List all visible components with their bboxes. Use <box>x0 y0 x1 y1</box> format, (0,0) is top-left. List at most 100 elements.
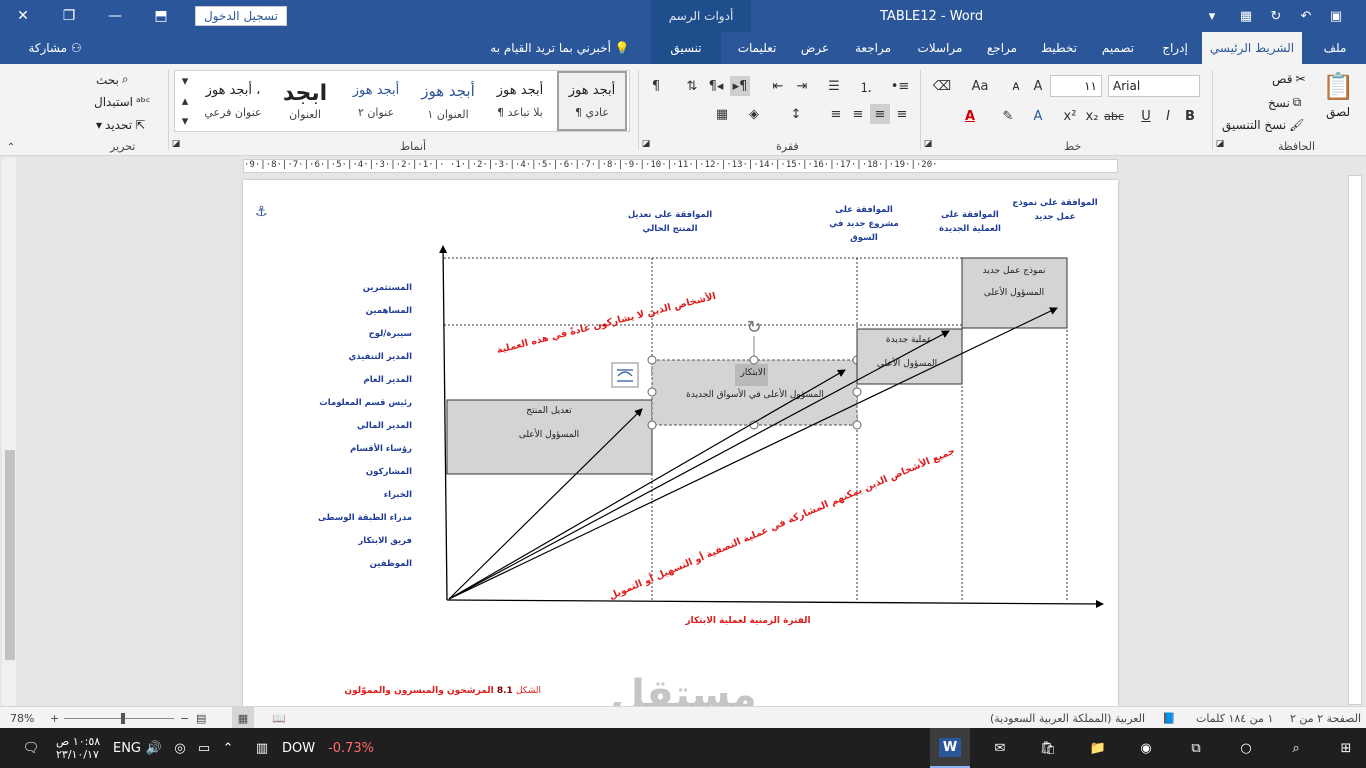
word-count[interactable]: ١ من ١٨٤ كلمات <box>1196 707 1273 729</box>
layout-options-button[interactable] <box>611 362 639 388</box>
resize-handle[interactable] <box>647 387 657 397</box>
center-icon[interactable]: ≡ <box>870 104 890 124</box>
align-right-icon[interactable]: ≡ <box>848 104 868 124</box>
redo-icon[interactable]: ↻ <box>1262 0 1290 32</box>
underline-button[interactable]: U <box>1136 106 1156 126</box>
shrink-font-icon[interactable]: ᴀ <box>1006 76 1026 96</box>
align-left-icon[interactable]: ≡ <box>892 104 912 124</box>
styles-launcher-icon[interactable]: ◪ <box>170 138 182 150</box>
sort-icon[interactable]: ⇅ <box>682 76 702 96</box>
style-normal[interactable]: أبجد هوز ¶ عادي <box>557 71 627 131</box>
borders-icon[interactable]: ▦ <box>712 104 732 124</box>
collapse-ribbon-icon[interactable]: ⌃ <box>4 140 18 154</box>
volume-icon[interactable]: 🔊 <box>144 728 164 768</box>
customize-qat-icon[interactable]: ▾ <box>1198 0 1226 32</box>
highlight-icon[interactable]: ✎ <box>998 106 1018 126</box>
ribbon-display-options-button[interactable]: ⬒ <box>138 0 184 32</box>
grow-font-icon[interactable]: A <box>1028 76 1048 96</box>
zoom-in-button[interactable]: − <box>180 707 189 729</box>
style-no-spacing[interactable]: أبجد هوز ¶ بلا تباعد <box>485 71 555 131</box>
tab-view[interactable]: عرض <box>792 32 838 64</box>
subscript-button[interactable]: x₂ <box>1082 106 1102 126</box>
style-heading-1[interactable]: أبجد هوز العنوان ١ <box>413 71 483 131</box>
resize-handle[interactable] <box>852 387 862 397</box>
scrollbar-thumb[interactable] <box>5 450 15 660</box>
resize-handle[interactable] <box>647 355 657 365</box>
style-subtitle[interactable]: أبجد هوز ، عنوان فرعي <box>197 71 269 131</box>
justify-icon[interactable]: ≡ <box>826 104 846 124</box>
horizontal-ruler[interactable]: ·9·|·8·|·7·|·6·|·5·|·4·|·3·|·2·|·1·|· ·1… <box>243 159 1118 173</box>
copy-button[interactable]: نسخ ⧉ <box>1268 95 1301 110</box>
language-status[interactable]: العربية (المملكة العربية السعودية) <box>990 707 1145 729</box>
replace-button[interactable]: استبدال ᵃᵇᶜ <box>94 95 150 109</box>
save-icon[interactable]: ▣ <box>1322 0 1350 32</box>
style-heading-2[interactable]: أبجد هوز عنوان ٢ <box>341 71 411 131</box>
style-title[interactable]: ابجد العنوان <box>271 71 339 131</box>
zoom-slider-thumb[interactable] <box>121 712 125 724</box>
tab-help[interactable]: تعليمات <box>728 32 786 64</box>
tab-file[interactable]: ملف <box>1310 32 1360 64</box>
battery-icon[interactable]: ▭ <box>194 728 214 768</box>
document-page[interactable]: ⚓ تعديل المنتج المسؤول الأعلى الابتكار ا… <box>243 180 1118 706</box>
clock[interactable]: ١٠:٥٨ ص ٢٣/١٠/١٧ <box>56 728 100 768</box>
zoom-out-button[interactable]: + <box>50 707 59 729</box>
multilevel-list-icon[interactable]: ☰ <box>824 76 844 96</box>
line-spacing-icon[interactable]: ↕ <box>786 104 806 124</box>
shading-icon[interactable]: ◈ <box>744 104 764 124</box>
italic-button[interactable]: I <box>1158 106 1178 126</box>
taskbar-edge[interactable]: ◉ <box>1126 728 1166 768</box>
ltr-icon[interactable]: ▸¶ <box>730 76 750 96</box>
taskbar-word[interactable]: W <box>930 728 970 768</box>
gallery-up-icon[interactable]: ▴ <box>175 91 195 111</box>
font-color-icon[interactable]: A <box>960 106 980 126</box>
clipboard-launcher-icon[interactable]: ◪ <box>1214 138 1226 150</box>
rotate-handle-icon[interactable]: ↻ <box>746 317 761 338</box>
tab-mailings[interactable]: مراسلات <box>908 32 972 64</box>
tab-review[interactable]: مراجعة <box>842 32 904 64</box>
taskbar-store[interactable]: 🛍 <box>1028 728 1068 768</box>
text-effects-icon[interactable]: A <box>1028 106 1048 126</box>
show-marks-icon[interactable]: ¶ <box>646 76 666 96</box>
gallery-more-icon[interactable]: ▾ <box>175 71 195 91</box>
language-indicator[interactable]: ENG <box>112 728 142 768</box>
stock-widget-icon[interactable]: ▥ <box>250 728 274 768</box>
change-case-icon[interactable]: Aa <box>970 76 990 96</box>
stock-ticker[interactable]: DOW <box>282 728 315 768</box>
bullets-icon[interactable]: •≡ <box>890 76 910 96</box>
zoom-level[interactable]: 78% <box>10 707 34 729</box>
resize-handle[interactable] <box>852 420 862 430</box>
bold-button[interactable]: B <box>1180 106 1200 126</box>
proofing-icon[interactable]: 📘 <box>1162 707 1176 729</box>
notifications-icon[interactable]: 🗨 <box>16 728 46 768</box>
cortana-icon[interactable]: ○ <box>1226 728 1266 768</box>
vertical-scrollbar[interactable] <box>2 158 16 706</box>
vertical-ruler[interactable] <box>1348 175 1362 705</box>
strikethrough-button[interactable]: abc <box>1104 106 1124 126</box>
start-button[interactable]: ⊞ <box>1326 728 1366 768</box>
taskbar-mail[interactable]: ✉ <box>980 728 1020 768</box>
close-button[interactable]: ✕ <box>0 0 46 32</box>
format-painter-button[interactable]: نسخ التنسيق 🖌 <box>1222 118 1304 132</box>
find-button[interactable]: بحث ⌕ <box>96 72 129 87</box>
share-button[interactable]: مشاركة ⚇ <box>20 32 90 64</box>
print-layout-icon[interactable]: ▦ <box>232 707 254 729</box>
wifi-icon[interactable]: ◎ <box>170 728 190 768</box>
cut-button[interactable]: قص ✂ <box>1272 72 1306 86</box>
restore-button[interactable]: ❐ <box>46 0 92 32</box>
superscript-button[interactable]: x² <box>1060 106 1080 126</box>
tell-me-box[interactable]: أخبرني بما تريد القيام به 💡 <box>470 32 650 64</box>
search-icon[interactable]: ⌕ <box>1276 728 1316 768</box>
show-hidden-icons[interactable]: ⌃ <box>218 728 238 768</box>
font-launcher-icon[interactable]: ◪ <box>922 138 934 150</box>
tab-layout[interactable]: تخطيط <box>1032 32 1086 64</box>
resize-handle[interactable] <box>749 355 759 365</box>
font-name-box[interactable]: Arial <box>1108 75 1200 97</box>
resize-handle[interactable] <box>647 420 657 430</box>
numbering-icon[interactable]: ⒈ <box>856 76 876 96</box>
paste-button[interactable]: 📋 لصق <box>1322 72 1354 119</box>
gallery-down-icon[interactable]: ▾ <box>175 111 195 131</box>
page-number[interactable]: الصفحة ٢ من ٢ <box>1290 707 1361 729</box>
tab-insert[interactable]: إدراج <box>1150 32 1200 64</box>
increase-indent-icon[interactable]: ⇥ <box>792 76 812 96</box>
focus-icon[interactable]: ▤ <box>196 707 206 729</box>
